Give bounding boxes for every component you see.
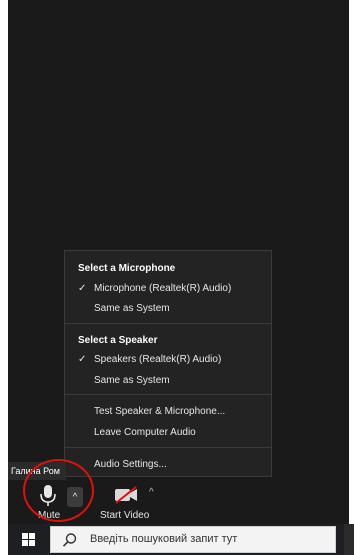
start-button[interactable] [8,524,48,555]
search-icon [62,532,78,553]
windows-taskbar: Введіть пошуковий запит тут [8,524,354,555]
video-off-icon [113,486,139,509]
menu-item-speaker-same-as-system[interactable]: Same as System [94,375,170,386]
menu-divider [65,394,271,395]
menu-divider [65,447,271,448]
start-video-label: Start Video [100,510,150,521]
check-icon: ✓ [78,354,87,365]
menu-item-mic-realtek[interactable]: Microphone (Realtek(R) Audio) [94,283,231,294]
select-speaker-heading: Select a Speaker [78,335,158,346]
menu-item-speaker-realtek[interactable]: Speakers (Realtek(R) Audio) [94,354,221,365]
taskbar-search-box[interactable]: Введіть пошуковий запит тут [50,526,336,553]
highlight-circle [23,459,94,522]
check-icon: ✓ [78,283,87,294]
menu-item-audio-settings[interactable]: Audio Settings... [94,459,167,470]
search-placeholder: Введіть пошуковий запит тут [90,533,238,545]
menu-item-leave-computer-audio[interactable]: Leave Computer Audio [94,427,196,438]
taskbar-edge [344,524,354,555]
audio-options-menu: Select a Microphone ✓ Microphone (Realte… [64,250,272,477]
chevron-up-icon[interactable]: ^ [149,487,154,498]
windows-icon [22,533,35,551]
select-microphone-heading: Select a Microphone [78,263,176,274]
menu-divider [65,323,271,324]
menu-item-mic-same-as-system[interactable]: Same as System [94,303,170,314]
menu-item-test-speaker-mic[interactable]: Test Speaker & Microphone... [94,406,225,417]
